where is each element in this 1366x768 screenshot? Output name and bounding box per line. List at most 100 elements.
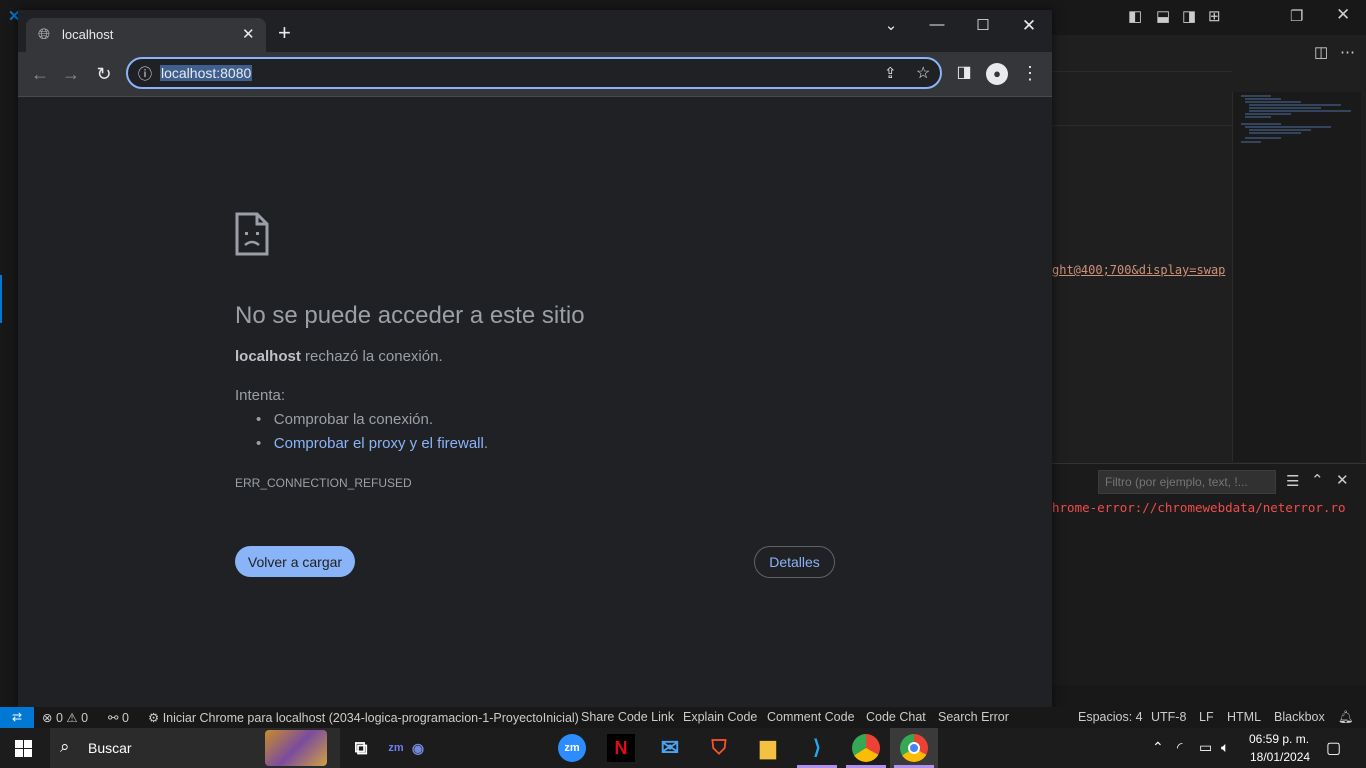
toggle-secondary-sidebar-icon[interactable]: ◨ xyxy=(1182,8,1196,26)
search-placeholder: Buscar xyxy=(88,740,132,756)
customize-layout-icon[interactable]: ⊞ xyxy=(1208,8,1221,26)
code-url-fragment[interactable]: ght@400;700&display=swap xyxy=(1052,263,1225,277)
omnibox[interactable]: ⓘ localhost:8080 ⇪ ☆ xyxy=(126,57,942,89)
language-mode[interactable]: HTML xyxy=(1227,710,1261,724)
ports-count: 0 xyxy=(121,711,129,725)
console-error-line[interactable]: hrome-error://chromewebdata/neterror.ro xyxy=(1052,500,1346,515)
site-info-icon[interactable]: ⓘ xyxy=(138,64,152,84)
indentation[interactable]: Espacios: 4 xyxy=(1078,710,1143,724)
taskbar: ⌕ Buscar ⧉ zm ◉ zm N ✉ ⛉ ▆ ⟩ ⌃ ◜ ▭ 🔈︎ 06… xyxy=(0,728,1366,768)
back-icon[interactable]: ← xyxy=(28,64,52,84)
search-highlight-image[interactable] xyxy=(265,730,327,766)
active-view-indicator xyxy=(0,275,2,323)
tab-strip: 🌐︎ localhost ✕ + ⌄ — ☐ ✕ xyxy=(18,10,1052,52)
explain-code[interactable]: Explain Code xyxy=(683,710,757,724)
code-chat[interactable]: Code Chat xyxy=(866,710,926,724)
wifi-icon[interactable]: ◜ xyxy=(1177,739,1182,756)
chrome-menu-icon[interactable]: ⋮ xyxy=(1018,63,1042,83)
vscode-debug-console: ☰ ⌃ ✕ hrome-error://chromewebdata/neterr… xyxy=(1052,463,1366,686)
notifications-bell-icon[interactable]: 🔔︎ xyxy=(1338,710,1354,725)
suggestion-item: • Comprobar el proxy y el firewall. xyxy=(256,435,489,452)
suggestion-check-connection: Comprobar la conexión. xyxy=(273,411,434,428)
battery-icon[interactable]: ▭ xyxy=(1199,739,1212,756)
vscode-activity-bar xyxy=(0,35,18,707)
side-panel-icon[interactable]: ◨ xyxy=(952,63,976,83)
maximize-panel-icon[interactable]: ⌃ xyxy=(1311,472,1324,490)
blackbox[interactable]: Blackbox xyxy=(1274,710,1325,724)
toggle-panel-icon[interactable]: ⬓ xyxy=(1156,8,1170,26)
error-subtitle: localhost rechazó la conexión. xyxy=(235,348,443,365)
vscode-status-bar: ⇄ ⊗ 0 ⚠ 0 ⚯ 0 ⚙ Iniciar Chrome para loca… xyxy=(0,707,1366,728)
remote-indicator-icon[interactable]: ⇄ xyxy=(0,707,34,728)
taskbar-search[interactable]: ⌕ Buscar xyxy=(50,728,340,768)
share-code-link[interactable]: Share Code Link xyxy=(581,710,674,724)
notifications-icon[interactable]: ▢ xyxy=(1326,738,1341,758)
ports-indicator[interactable]: ⚯ 0 xyxy=(108,710,129,725)
minimap[interactable] xyxy=(1232,92,1361,462)
chrome-toolbar: ← → ↻ ⓘ localhost:8080 ⇪ ☆ ◨ ● ⋮ xyxy=(18,52,1052,97)
close-window-icon[interactable]: ✕ xyxy=(1336,6,1350,24)
volume-icon[interactable]: 🔈︎ xyxy=(1221,739,1229,756)
search-error[interactable]: Search Error xyxy=(938,710,1009,724)
menu-icon[interactable]: ☰ xyxy=(1286,473,1299,491)
console-filter-input[interactable] xyxy=(1098,470,1276,494)
tab-title: localhost xyxy=(62,27,114,42)
vscode-icon[interactable]: ⟩ xyxy=(803,734,831,762)
restore-window-icon[interactable]: ❐ xyxy=(1290,8,1303,26)
more-actions-icon[interactable]: ⋯ xyxy=(1340,44,1355,62)
search-icon: ⌕ xyxy=(60,737,70,756)
clock-time[interactable]: 06:59 p. m. xyxy=(1249,732,1309,746)
url-text[interactable]: localhost:8080 xyxy=(160,65,253,81)
netflix-icon[interactable]: N xyxy=(607,734,635,762)
globe-icon: 🌐︎ xyxy=(38,26,51,43)
task-label: Iniciar Chrome para localhost (2034-logi… xyxy=(162,711,579,725)
clock-date[interactable]: 18/01/2024 xyxy=(1250,750,1310,764)
discord-icon[interactable]: ◉ xyxy=(404,734,432,762)
error-title: No se puede acceder a este sitio xyxy=(235,302,585,329)
encoding[interactable]: UTF-8 xyxy=(1151,710,1186,724)
error-host: localhost xyxy=(235,348,301,365)
windows-start-icon[interactable] xyxy=(15,740,32,757)
brave-icon[interactable]: ⛉ xyxy=(705,734,733,762)
forward-icon[interactable]: → xyxy=(59,64,83,84)
chrome-window: 🌐︎ localhost ✕ + ⌄ — ☐ ✕ ← → ↻ ⓘ localho… xyxy=(18,10,1052,710)
tab-close-icon[interactable]: ✕ xyxy=(242,25,255,43)
problems-indicator[interactable]: ⊗ 0 ⚠ 0 xyxy=(42,710,88,725)
hidden-icons-chevron-icon[interactable]: ⌃ xyxy=(1152,739,1164,756)
split-editor-icon[interactable]: ◫ xyxy=(1314,44,1328,62)
close-panel-icon[interactable]: ✕ xyxy=(1336,472,1349,490)
suggestion-suffix: . xyxy=(483,435,489,452)
proxy-firewall-link[interactable]: Comprobar el proxy y el firewall xyxy=(274,435,484,452)
panel-footer xyxy=(1052,685,1366,707)
file-explorer-icon[interactable]: ▆ xyxy=(754,734,782,762)
error-code: ERR_CONNECTION_REFUSED xyxy=(235,476,412,490)
toggle-sidebar-icon[interactable]: ◧ xyxy=(1128,8,1142,26)
search-tabs-icon[interactable]: ⌄ xyxy=(876,16,906,34)
error-page: No se puede acceder a este sitio localho… xyxy=(18,97,1052,710)
zoom-icon[interactable]: zm xyxy=(558,734,586,762)
error-count: 0 xyxy=(55,711,63,725)
bookmark-star-icon[interactable]: ☆ xyxy=(916,63,930,83)
task-view-icon[interactable]: ⧉ xyxy=(347,734,375,762)
share-icon[interactable]: ⇪ xyxy=(884,64,897,82)
maximize-icon[interactable]: ☐ xyxy=(968,16,998,34)
try-label: Intenta: xyxy=(235,387,286,404)
reload-icon[interactable]: ↻ xyxy=(92,64,116,84)
comment-code[interactable]: Comment Code xyxy=(767,710,855,724)
suggestion-item: • Comprobar la conexión. xyxy=(256,411,434,428)
profile-avatar-icon[interactable]: ● xyxy=(986,63,1008,85)
running-task[interactable]: ⚙ Iniciar Chrome para localhost (2034-lo… xyxy=(148,710,579,725)
mail-icon[interactable]: ✉ xyxy=(656,734,684,762)
minimize-icon[interactable]: — xyxy=(922,16,952,33)
line-ending[interactable]: LF xyxy=(1199,710,1214,724)
chrome-canary-icon[interactable] xyxy=(852,734,880,762)
warning-count: 0 xyxy=(81,711,89,725)
chrome-active-tile[interactable] xyxy=(890,728,938,768)
details-button[interactable]: Detalles xyxy=(754,546,835,578)
sad-page-icon xyxy=(235,212,269,256)
reload-button[interactable]: Volver a cargar xyxy=(235,546,355,577)
error-message: rechazó la conexión. xyxy=(300,348,443,365)
close-icon[interactable]: ✕ xyxy=(1014,16,1044,36)
new-tab-icon[interactable]: + xyxy=(278,22,291,44)
tab-localhost[interactable]: 🌐︎ localhost ✕ xyxy=(26,18,266,52)
